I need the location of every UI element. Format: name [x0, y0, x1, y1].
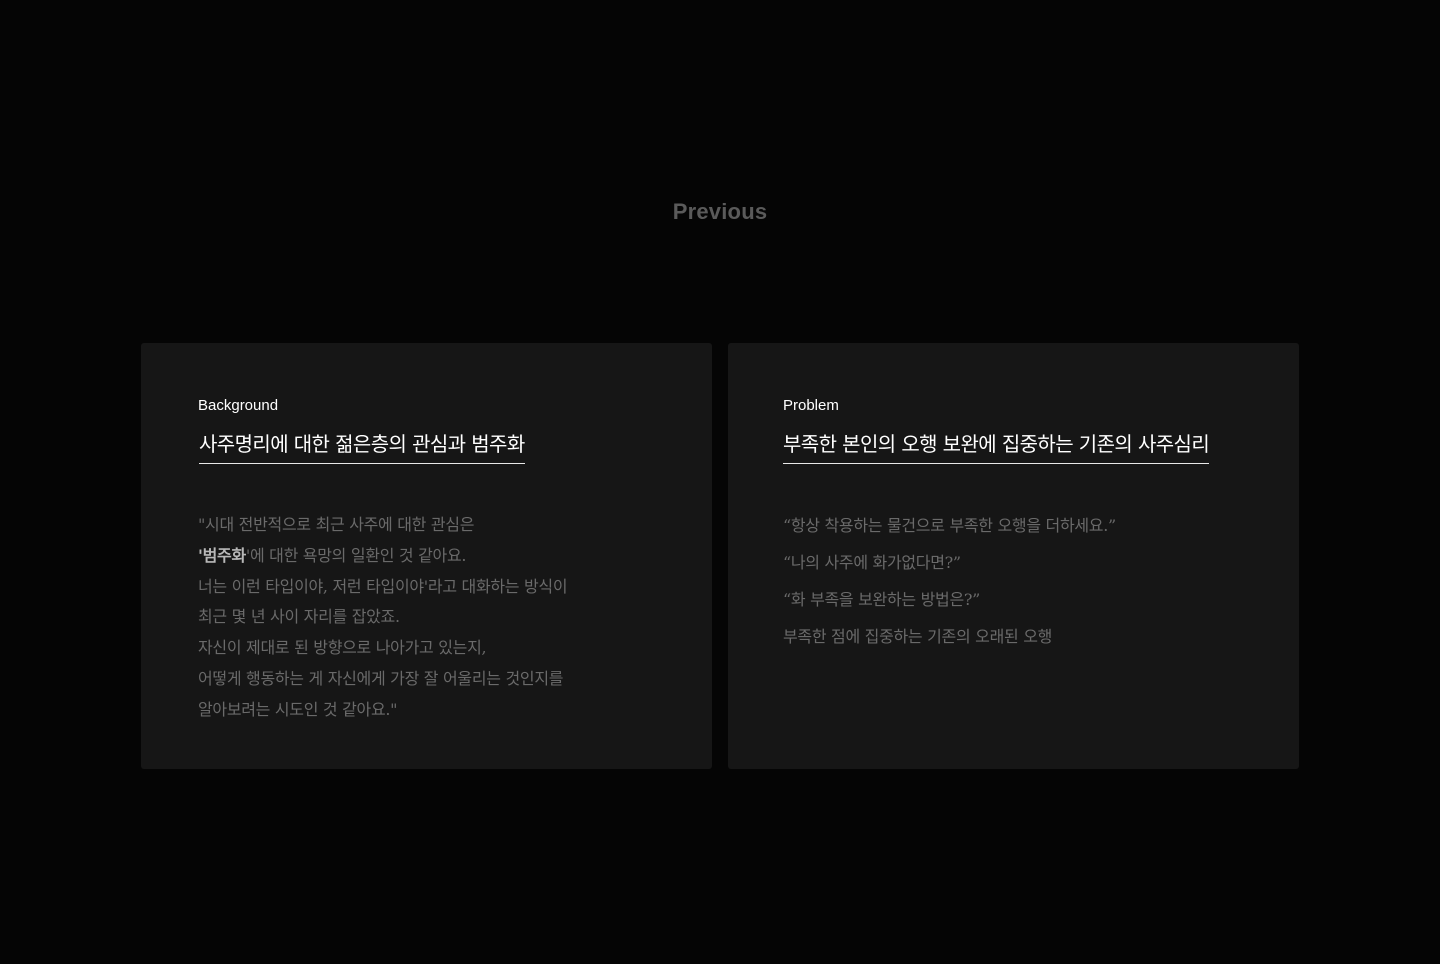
background-line-6: 어떻게 행동하는 게 자신에게 가장 잘 어울리는 것인지를 [198, 668, 564, 688]
section-title: Previous [672, 199, 768, 224]
background-line-1: "시대 전반적으로 최근 사주에 대한 관심은 [198, 515, 475, 534]
problem-line-4: 부족한 점에 집중하는 기존의 오래된 오행 [783, 627, 1053, 646]
problem-card: Problem 부족한 본인의 오행 보완에 집중하는 기존의 사주심리 “항상… [728, 343, 1299, 769]
problem-quotes: “항상 착용하는 물건으로 부족한 오행을 더하세요.” “나의 사주에 화가없… [783, 507, 1116, 655]
background-label: Background [198, 397, 279, 414]
background-card: Background 사주명리에 대한 젊은층의 관심과 범주화 "시대 전반적… [141, 343, 712, 769]
problem-heading: 부족한 본인의 오행 보완에 집중하는 기존의 사주심리 [783, 429, 1210, 464]
background-heading: 사주명리에 대한 젊은층의 관심과 범주화 [199, 429, 525, 464]
problem-line-2: “나의 사주에 화가없다면?” [783, 553, 961, 572]
background-quote: "시대 전반적으로 최근 사주에 대한 관심은 '범주화'에 대한 욕망의 일환… [198, 510, 568, 726]
background-line-7: 알아보려는 시도인 것 같아요." [198, 699, 398, 719]
background-line-3: 너는 이런 타입이야, 저런 타입이야'라고 대화하는 방식이 [198, 576, 568, 596]
problem-label: Problem [783, 397, 839, 414]
background-line-2-suffix: '에 대한 욕망의 일환인 것 같아요. [245, 545, 467, 565]
background-line-5: 자신이 제대로 된 방향으로 나아가고 있는지, [198, 638, 487, 658]
background-line-2: '범주화'에 대한 욕망의 일환인 것 같아요. [198, 541, 567, 572]
problem-line-1: “항상 착용하는 물건으로 부족한 오행을 더하세요.” [783, 516, 1116, 535]
background-emphasis: 범주화 [202, 545, 247, 565]
problem-line-3: “화 부족을 보완하는 방법은?” [783, 590, 981, 609]
background-line-4: 최근 몇 년 사이 자리를 잡았죠. [198, 607, 400, 627]
